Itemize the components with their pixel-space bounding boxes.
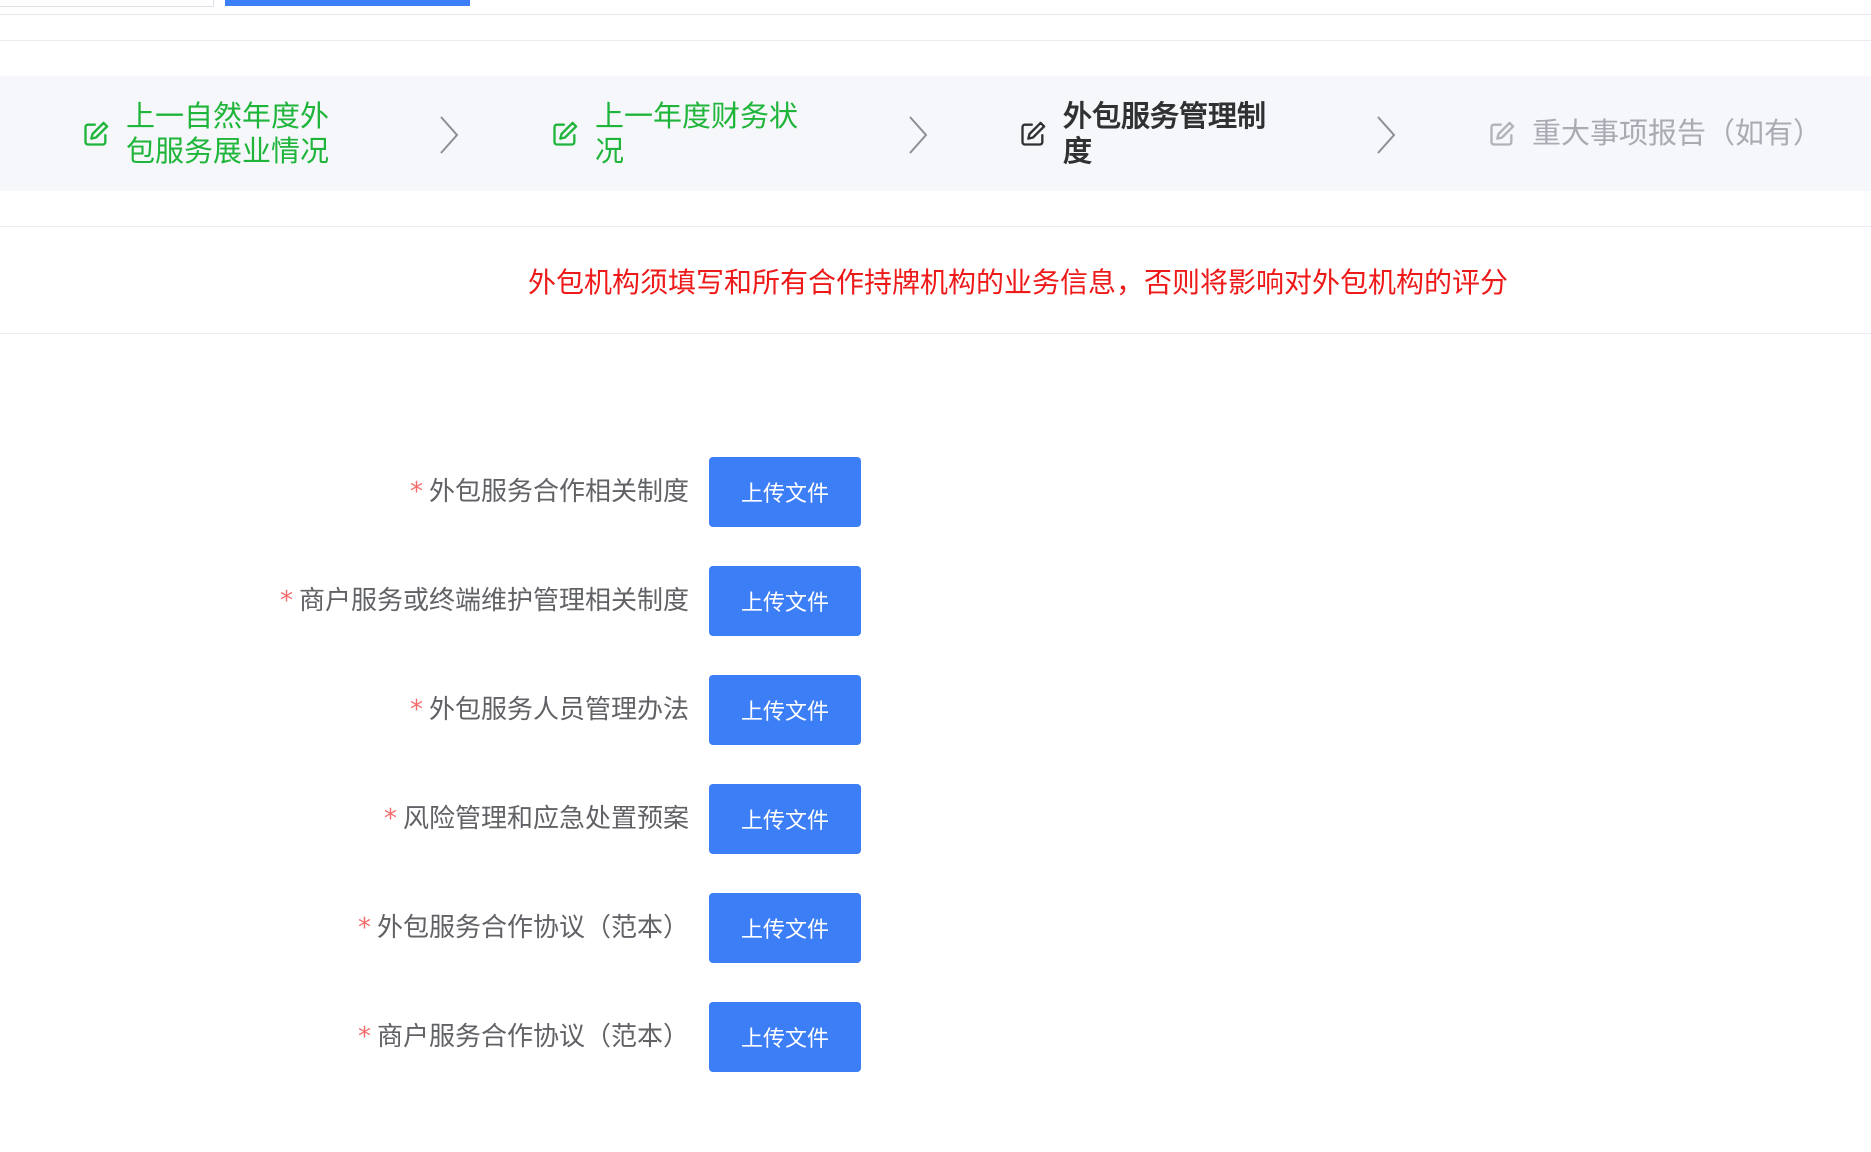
required-mark: *: [279, 586, 293, 616]
field-label-text: 商户服务或终端维护管理相关制度: [298, 586, 689, 616]
field-label: * 商户服务合作协议（范本）: [358, 1002, 689, 1072]
upload-button[interactable]: 上传文件: [709, 675, 861, 745]
step-title-line: 包服务展业情况: [126, 133, 330, 168]
step-title-line: 外包服务管理制: [1063, 98, 1267, 133]
required-mark: *: [409, 695, 423, 725]
field-label: * 外包服务合作协议（范本）: [358, 893, 689, 963]
divider: [0, 40, 1871, 41]
step-financial-status[interactable]: 上一年度财务状 况: [551, 76, 811, 191]
field-label: * 商户服务或终端维护管理相关制度: [280, 566, 689, 636]
field-label-text: 风险管理和应急处置预案: [402, 804, 689, 834]
field-label: * 风险管理和应急处置预案: [384, 784, 689, 854]
form-row-personnel-management: * 外包服务人员管理办法 上传文件: [0, 675, 1871, 745]
step-title-line: 上一自然年度外: [126, 98, 330, 133]
chevron-right-icon: [437, 115, 461, 155]
upload-button[interactable]: 上传文件: [709, 1002, 861, 1072]
field-label: * 外包服务人员管理办法: [410, 675, 689, 745]
divider: [0, 333, 1871, 334]
page: 上一自然年度外 包服务展业情况 上一年度财务状 况 外包服务管理制 度 重大事项…: [0, 0, 1871, 1152]
edit-icon: [82, 120, 110, 148]
chevron-right-icon: [906, 115, 930, 155]
step-business-status[interactable]: 上一自然年度外 包服务展业情况: [82, 76, 342, 191]
notice-text: 外包机构须填写和所有合作持牌机构的业务信息，否则将影响对外包机构的评分: [527, 266, 1508, 299]
upload-button[interactable]: 上传文件: [709, 566, 861, 636]
steps-bar: 上一自然年度外 包服务展业情况 上一年度财务状 况 外包服务管理制 度 重大事项…: [0, 76, 1871, 191]
required-mark: *: [357, 1022, 371, 1052]
step-title: 重大事项报告（如有）: [1532, 116, 1823, 150]
form-row-risk-emergency-plan: * 风险管理和应急处置预案 上传文件: [0, 784, 1871, 854]
step-major-events[interactable]: 重大事项报告（如有）: [1488, 76, 1848, 191]
upload-button[interactable]: 上传文件: [709, 784, 861, 854]
step-title: 上一自然年度外 包服务展业情况: [126, 99, 329, 169]
step-title-line: 上一年度财务状: [595, 98, 799, 133]
form-row-outsourcing-agreement: * 外包服务合作协议（范本） 上传文件: [0, 893, 1871, 963]
top-tab-inactive[interactable]: [0, 0, 214, 7]
step-title: 外包服务管理制 度: [1063, 99, 1266, 169]
upload-button[interactable]: 上传文件: [709, 457, 861, 527]
step-management-system[interactable]: 外包服务管理制 度: [1019, 76, 1279, 191]
form-row-merchant-maintenance-system: * 商户服务或终端维护管理相关制度 上传文件: [0, 566, 1871, 636]
edit-icon: [551, 120, 579, 148]
field-label-text: 外包服务合作相关制度: [428, 477, 689, 507]
step-title: 上一年度财务状 况: [595, 99, 798, 169]
field-label-text: 外包服务人员管理办法: [428, 695, 689, 725]
field-label-text: 商户服务合作协议（范本）: [376, 1022, 689, 1052]
required-mark: *: [383, 804, 397, 834]
step-title-line: 况: [595, 133, 625, 168]
chevron-right-icon: [1374, 115, 1398, 155]
form-row-cooperation-system: * 外包服务合作相关制度 上传文件: [0, 457, 1871, 527]
divider: [0, 226, 1871, 227]
edit-icon: [1019, 120, 1047, 148]
form-row-merchant-agreement: * 商户服务合作协议（范本） 上传文件: [0, 1002, 1871, 1072]
step-title-line: 度: [1063, 133, 1093, 168]
top-tab-strip: [0, 0, 1871, 15]
field-label: * 外包服务合作相关制度: [410, 457, 689, 527]
required-mark: *: [409, 477, 423, 507]
field-label-text: 外包服务合作协议（范本）: [376, 913, 689, 943]
required-mark: *: [357, 913, 371, 943]
edit-icon: [1488, 120, 1516, 148]
upload-button[interactable]: 上传文件: [709, 893, 861, 963]
top-tab-active[interactable]: [225, 0, 470, 6]
